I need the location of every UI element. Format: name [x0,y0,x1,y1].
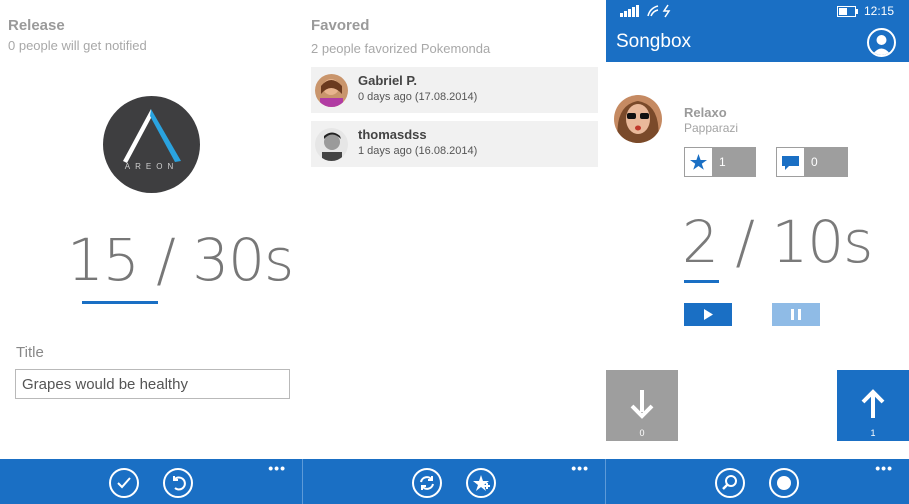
star-icon [690,154,707,170]
avatar [315,128,348,161]
downvote-button[interactable]: 0 [606,370,678,441]
favorite-button[interactable] [466,468,496,498]
app-name: Songbox [616,31,692,52]
comment-icon [782,156,799,170]
search-icon [722,475,737,490]
logo-text: AREON [124,162,179,171]
favored-panel: Favored 2 people favorized Pokemonda Gab… [303,0,606,504]
undo-button[interactable] [163,468,193,498]
user-date: 0 days ago (17.08.2014) [358,91,478,103]
pause-button[interactable] [772,303,820,326]
song-timer: 2 / 10s [682,208,873,276]
upvote-count: 1 [870,428,876,438]
record-button[interactable] [769,468,799,498]
title-label: Title [16,344,44,361]
comment-count: 0 [811,155,818,169]
comment-count-button[interactable]: 0 [776,147,848,177]
undo-icon [173,476,186,491]
song-artist: Papparazi [684,121,739,135]
refresh-button[interactable] [412,468,442,498]
song-progress [684,280,719,283]
areon-logo: AREON [103,96,200,193]
clock: 12:15 [863,4,894,18]
downvote-count: 0 [639,428,645,438]
record-icon [777,476,791,490]
status-bar: 12:15 [606,0,909,22]
list-item[interactable]: Gabriel P. 0 days ago (17.08.2014) [311,67,598,113]
search-button[interactable] [715,468,745,498]
songbox-panel: 12:15 Songbox Relaxo Papparazi 1 0 2 / 1… [606,0,909,504]
signal-icon [620,4,671,18]
arrow-down-icon [630,390,654,419]
battery-icon [837,6,858,17]
upvote-button[interactable]: 1 [837,370,909,441]
refresh-icon [420,476,434,490]
panel-title: Release [8,17,65,34]
title-input[interactable] [15,369,290,399]
play-button[interactable] [684,303,732,326]
song-avatar [614,95,662,143]
profile-button[interactable] [867,28,896,57]
app-bar: ••• [0,459,303,504]
timer-progress [82,301,158,304]
list-item[interactable]: thomasdss 1 days ago (16.08.2014) [311,121,598,167]
star-count-button[interactable]: 1 [684,147,756,177]
favored-count: 2 people favorized Pokemonda [311,41,491,56]
notify-count: 0 people will get notified [8,38,147,53]
star-count: 1 [719,155,726,169]
app-bar: ••• [303,459,606,504]
pause-icon [791,309,801,320]
star-add-icon [473,475,490,491]
more-button[interactable]: ••• [875,460,893,476]
user-name: Gabriel P. [358,73,418,88]
check-icon [117,477,131,489]
user-date: 1 days ago (16.08.2014) [358,145,478,157]
more-button[interactable]: ••• [268,460,286,476]
app-bar: ••• [606,459,909,504]
user-name: thomasdss [358,127,427,142]
arrow-up-icon [861,389,885,418]
play-icon [704,309,713,320]
more-button[interactable]: ••• [571,460,589,476]
timer-display: 15 / 30s [67,226,294,294]
panel-title: Favored [311,17,370,34]
avatar [315,74,348,107]
title-bar: Songbox [606,22,909,62]
release-panel: Release 0 people will get notified AREON… [0,0,303,504]
song-title: Relaxo [684,105,727,120]
check-button[interactable] [109,468,139,498]
profile-icon [872,35,891,55]
